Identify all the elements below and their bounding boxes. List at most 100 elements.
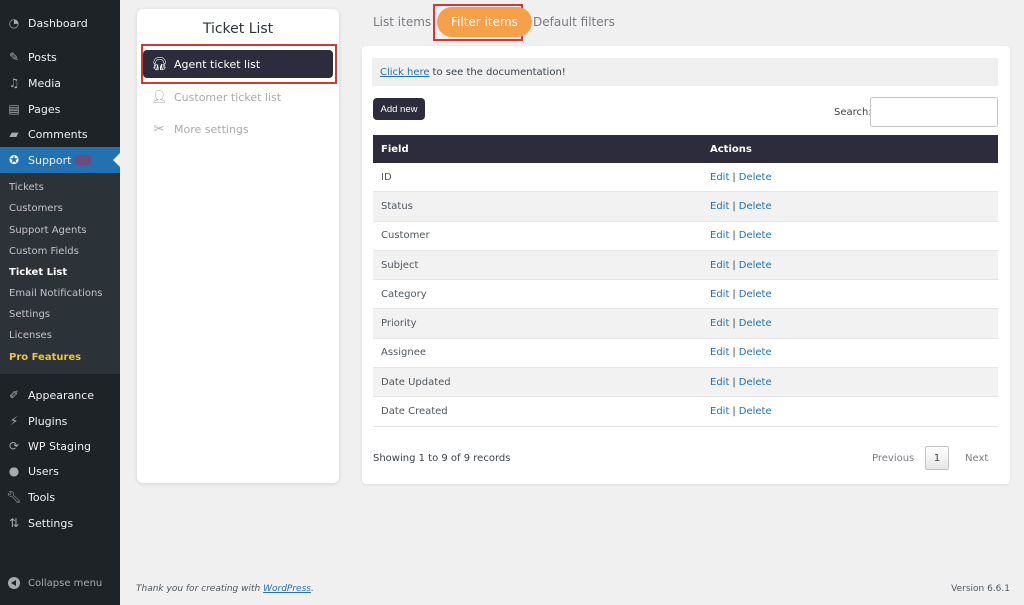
plug-icon: ⚡ [9,414,19,428]
action-separator: | [732,376,736,388]
field-name: Date Created [381,406,448,418]
notification-badge [75,155,92,165]
menu-label: Posts [28,50,57,64]
field-name: ID [381,171,392,183]
menu-media[interactable]: ♫ Media [0,70,120,96]
wrench-icon: 🔧︎ [6,490,22,504]
delete-link[interactable]: Delete [739,318,772,329]
delete-link[interactable]: Delete [739,260,772,271]
menu-settings[interactable]: ⇅ Settings [0,510,120,536]
row-actions: Edit | Delete [704,406,998,417]
nav-label: More settings [174,122,249,136]
row-actions: Edit | Delete [704,289,998,300]
action-separator: | [732,171,736,183]
menu-wp-staging[interactable]: ⟳ WP Staging [0,433,120,459]
delete-link[interactable]: Delete [739,201,772,212]
field-name: Category [381,288,427,300]
tab-list-items[interactable]: List items [373,7,431,37]
submenu-licenses[interactable]: Licenses [9,330,52,341]
footer-thanks: Thank you for creating with WordPress. [136,584,314,594]
nav-more-settings[interactable]: ✂ More settings [143,115,333,143]
submenu-support-agents[interactable]: Support Agents [9,225,87,236]
table-row: Priority Edit | Delete [373,309,998,339]
documentation-text: to see the documentation! [432,66,566,78]
edit-link[interactable]: Edit [710,289,729,300]
menu-support[interactable]: ✪ Support [0,147,120,173]
sync-icon: ⟳ [8,439,20,453]
menu-tools[interactable]: 🔧︎ Tools [0,484,120,510]
menu-posts[interactable]: ✎ Posts [0,44,120,70]
header-actions: Actions [710,143,752,155]
edit-link[interactable]: Edit [710,347,729,358]
nav-customer-ticket-list[interactable]: 👤︎ Customer ticket list [143,83,333,111]
submenu-email-notifications[interactable]: Email Notifications [9,288,103,299]
action-separator: | [732,406,736,418]
documentation-link[interactable]: Click here [380,67,430,78]
ticket-list-panel: Ticket List 🎧︎ Agent ticket list 👤︎ Cust… [137,9,339,483]
tools-icon: ✂ [153,121,165,137]
wordpress-link[interactable]: WordPress [263,584,311,594]
submenu-custom-fields[interactable]: Custom Fields [9,246,79,257]
menu-label: Support [28,153,72,167]
table-body: ID Edit | Delete Status Edit | Delete Customer Ed… [373,163,998,427]
menu-plugins[interactable]: ⚡ Plugins [0,408,120,434]
submenu-ticket-list[interactable]: Ticket List [9,267,67,278]
menu-label: Plugins [28,414,68,428]
menu-label: Media [28,76,62,90]
delete-link[interactable]: Delete [739,289,772,300]
pagination-page-1[interactable]: 1 [925,446,949,470]
edit-link[interactable]: Edit [710,318,729,329]
filter-items-card: Click here to see the documentation! Add… [362,46,1010,484]
table-row: Category Edit | Delete [373,280,998,310]
delete-link[interactable]: Delete [739,347,772,358]
records-info: Showing 1 to 9 of 9 records [373,453,511,464]
panel-title: Ticket List [202,21,274,37]
edit-link[interactable]: Edit [710,377,729,388]
menu-appearance[interactable]: ✐ Appearance [0,382,120,408]
tab-default-filters[interactable]: Default filters [533,7,615,37]
menu-dashboard[interactable]: ◔ Dashboard [0,10,120,36]
edit-link[interactable]: Edit [710,172,729,183]
submenu-tickets[interactable]: Tickets [9,182,44,193]
menu-label: Dashboard [28,16,88,30]
pages-icon: ▤ [8,102,20,116]
edit-link[interactable]: Edit [710,406,729,417]
table-row: Assignee Edit | Delete [373,338,998,369]
submenu-pro-features[interactable]: Pro Features [9,352,81,363]
collapse-label: Collapse menu [28,577,103,589]
menu-comments[interactable]: ▰ Comments [0,121,120,147]
search-input[interactable] [870,97,998,127]
collapse-menu-button[interactable]: Collapse menu [0,574,120,592]
settings-icon: ⇅ [8,516,20,530]
pagination-next[interactable]: Next [965,446,988,470]
edit-link[interactable]: Edit [710,230,729,241]
nav-agent-ticket-list[interactable]: 🎧︎ Agent ticket list [143,50,333,78]
delete-link[interactable]: Delete [739,230,772,241]
support-submenu: Tickets Customers Support Agents Custom … [0,174,120,374]
tab-filter-items[interactable]: Filter items [437,7,532,37]
media-icon: ♫ [8,76,20,90]
table-row: ID Edit | Delete [373,163,998,193]
menu-label: Tools [28,490,56,504]
row-actions: Edit | Delete [704,347,998,358]
pin-icon: ✎ [8,50,20,64]
submenu-settings[interactable]: Settings [9,309,50,320]
comment-icon: ▰ [9,127,19,141]
delete-link[interactable]: Delete [739,172,772,183]
menu-label: Settings [28,516,74,530]
delete-link[interactable]: Delete [739,406,772,417]
menu-users[interactable]: ● Users [0,458,120,484]
table-row: Date Created Edit | Delete [373,397,998,427]
action-separator: | [732,318,736,330]
menu-pages[interactable]: ▤ Pages [0,96,120,122]
delete-link[interactable]: Delete [739,377,772,388]
edit-link[interactable]: Edit [710,260,729,271]
field-name: Priority [381,318,417,330]
pagination-previous[interactable]: Previous [872,446,914,470]
edit-link[interactable]: Edit [710,201,729,212]
add-new-button[interactable]: Add new [373,98,425,120]
field-name: Subject [381,259,419,271]
submenu-customers[interactable]: Customers [9,203,63,214]
table-header: Field Actions [373,135,998,163]
action-separator: | [732,288,736,300]
